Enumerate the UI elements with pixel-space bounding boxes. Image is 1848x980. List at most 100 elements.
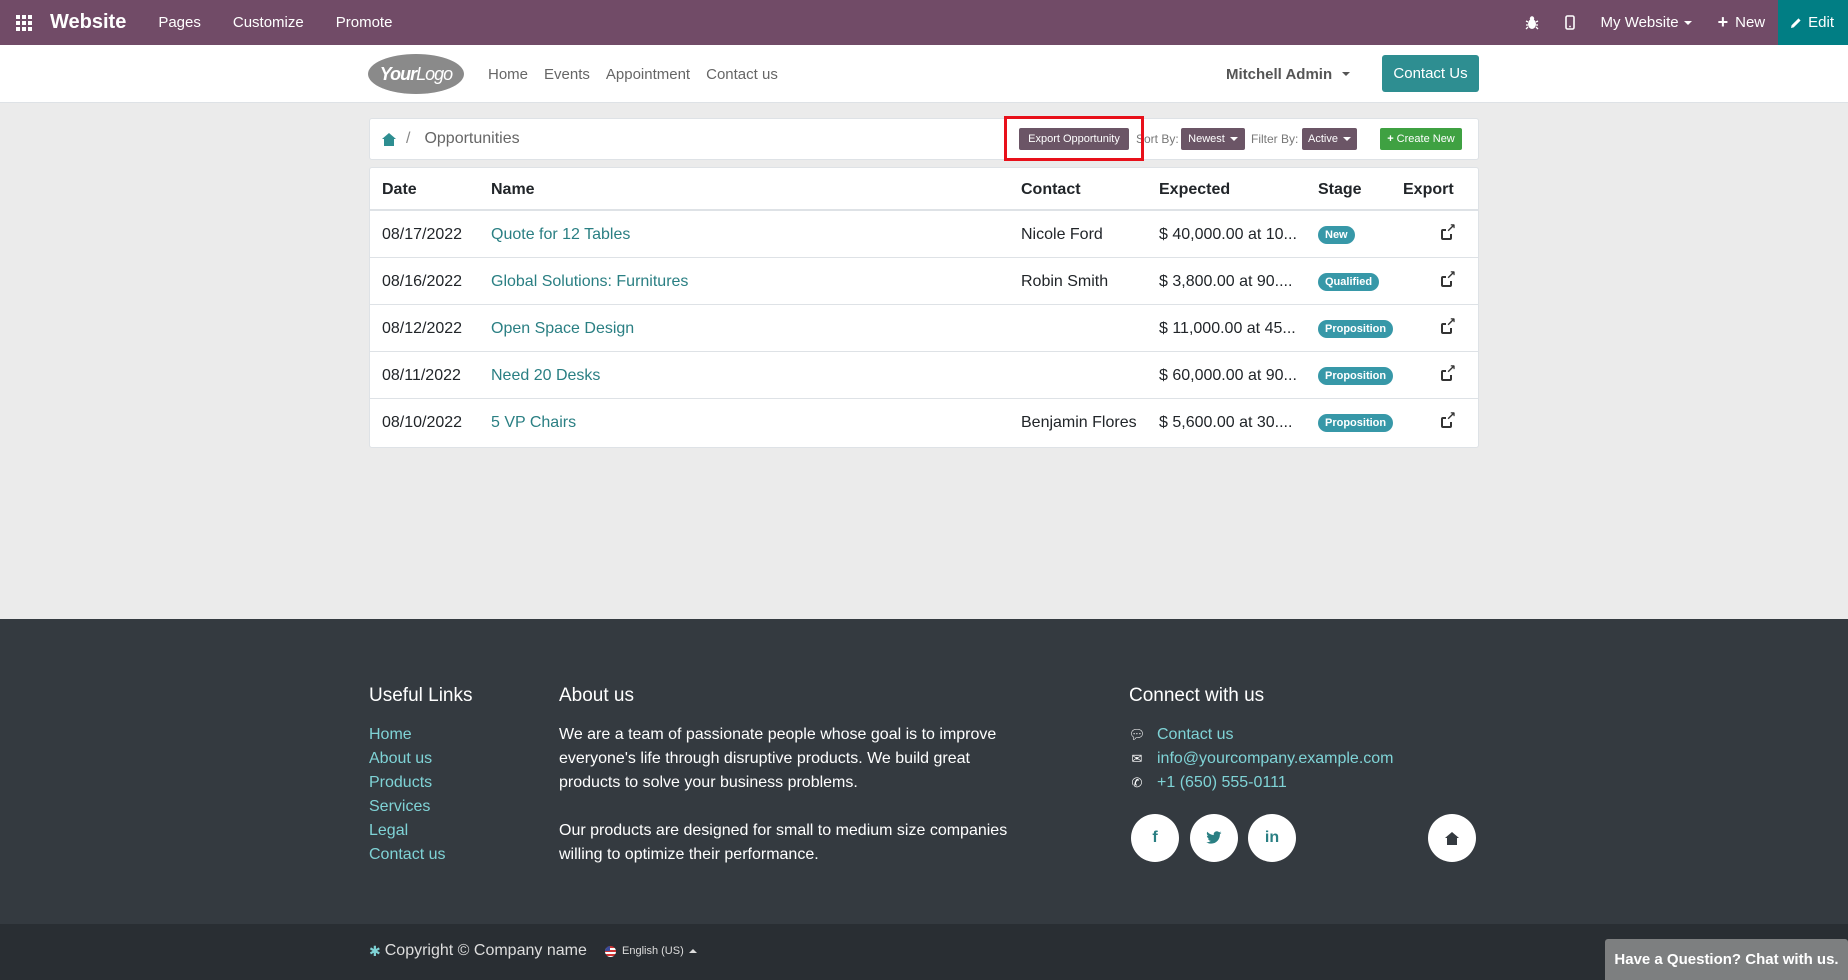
col-stage: Stage — [1318, 181, 1362, 198]
home-social-button[interactable] — [1428, 814, 1476, 862]
sort-value: Newest — [1188, 133, 1225, 145]
us-flag-icon — [605, 945, 616, 957]
filter-dropdown[interactable]: Active — [1302, 128, 1357, 150]
site-nav: Home Events Appointment Contact us — [488, 45, 794, 103]
contact-us-button[interactable]: Contact Us — [1382, 55, 1479, 92]
about-paragraph-1: We are a team of passionate people whose… — [559, 726, 997, 791]
table-row: 08/12/2022 Open Space Design $ 11,000.00… — [370, 305, 1478, 352]
footer-link-home[interactable]: Home — [369, 723, 473, 747]
plus-icon: + — [1387, 133, 1394, 145]
mobile-preview-icon[interactable] — [1552, 0, 1588, 45]
row-date: 08/10/2022 — [382, 414, 463, 431]
about-title: About us — [559, 685, 634, 706]
create-new-label: Create New — [1396, 133, 1455, 145]
user-menu[interactable]: Mitchell Admin — [1226, 45, 1351, 103]
row-name-link[interactable]: Open Space Design — [491, 320, 634, 338]
home-icon[interactable] — [382, 132, 396, 146]
row-contact: Nicole Ford — [1021, 226, 1103, 243]
row-name-link[interactable]: Quote for 12 Tables — [491, 226, 630, 244]
phone-link[interactable]: +1 (650) 555-0111 — [1157, 771, 1287, 795]
chevron-down-icon — [1342, 72, 1351, 76]
footer-link-contact[interactable]: Contact us — [369, 843, 473, 867]
col-export: Export — [1403, 181, 1454, 198]
useful-links: Useful Links Home About us Products Serv… — [369, 685, 473, 867]
facebook-icon[interactable]: f — [1131, 814, 1179, 862]
opportunities-table: Date Name Contact Expected Stage Export … — [369, 167, 1479, 448]
nav-appointment[interactable]: Appointment — [606, 66, 690, 83]
copyright-text: Copyright © Company name — [384, 942, 587, 959]
language-label: English (US) — [622, 945, 684, 957]
col-contact: Contact — [1021, 181, 1081, 198]
logo-logo: Logo — [416, 63, 453, 84]
table-row: 08/10/2022 5 VP Chairs Benjamin Flores $… — [370, 399, 1478, 446]
table-row: 08/11/2022 Need 20 Desks $ 60,000.00 at … — [370, 352, 1478, 399]
phone-icon: ✆ — [1131, 775, 1143, 790]
row-contact: Benjamin Flores — [1021, 414, 1137, 431]
breadcrumb: / Opportunities — [382, 119, 520, 159]
linkedin-icon[interactable]: in — [1248, 814, 1296, 862]
new-button[interactable]: + New — [1705, 0, 1779, 45]
connect-title: Connect with us — [1129, 685, 1265, 706]
footer-link-services[interactable]: Services — [369, 795, 473, 819]
chevron-down-icon — [1342, 137, 1351, 141]
email-link[interactable]: info@yourcompany.example.com — [1157, 747, 1394, 771]
filter-value: Active — [1308, 133, 1338, 145]
row-contact: Robin Smith — [1021, 273, 1109, 290]
company-logo[interactable]: Your Logo — [368, 54, 464, 94]
footer-link-about[interactable]: About us — [369, 747, 473, 771]
twitter-icon[interactable] — [1190, 814, 1238, 862]
edit-button[interactable]: Edit — [1778, 0, 1848, 45]
table-row: 08/17/2022 Quote for 12 Tables Nicole Fo… — [370, 211, 1478, 258]
language-selector[interactable]: English (US) — [605, 945, 697, 957]
bug-icon: ✱ — [369, 942, 381, 959]
email-row: ✉ info@yourcompany.example.com — [1129, 747, 1394, 771]
my-website-dropdown[interactable]: My Website — [1588, 0, 1705, 45]
col-name: Name — [491, 181, 535, 198]
footer-link-legal[interactable]: Legal — [369, 819, 473, 843]
chevron-down-icon — [1683, 20, 1692, 25]
stage-badge: Qualified — [1318, 273, 1380, 291]
live-chat-button[interactable]: Have a Question? Chat with us. — [1605, 939, 1848, 980]
row-expected: $ 40,000.00 at 10... — [1159, 226, 1297, 243]
stage-badge: Proposition — [1318, 320, 1394, 338]
footer-link-products[interactable]: Products — [369, 771, 473, 795]
row-expected: $ 60,000.00 at 90... — [1159, 367, 1297, 384]
breadcrumb-separator: / — [406, 130, 411, 147]
contact-link[interactable]: Contact us — [1157, 723, 1233, 747]
pencil-icon — [1791, 17, 1801, 28]
app-brand[interactable]: Website — [50, 11, 126, 34]
row-name-link[interactable]: Need 20 Desks — [491, 367, 600, 385]
col-date: Date — [382, 181, 417, 198]
row-expected: $ 5,600.00 at 30.... — [1159, 414, 1293, 431]
col-expected: Expected — [1159, 181, 1231, 198]
create-new-button[interactable]: + Create New — [1380, 128, 1462, 150]
phone-row: ✆ +1 (650) 555-0111 — [1129, 771, 1394, 795]
menu-promote[interactable]: Promote — [320, 14, 409, 31]
row-name-link[interactable]: Global Solutions: Furnitures — [491, 273, 688, 291]
stage-badge: Proposition — [1318, 367, 1394, 385]
nav-events[interactable]: Events — [544, 66, 590, 83]
sort-dropdown[interactable]: Newest — [1181, 128, 1245, 150]
menu-customize[interactable]: Customize — [217, 14, 320, 31]
nav-contact-us[interactable]: Contact us — [706, 66, 778, 83]
export-opportunity-button[interactable]: Export Opportunity — [1019, 128, 1129, 150]
stage-badge: New — [1318, 226, 1355, 244]
debug-bug-icon[interactable] — [1512, 0, 1552, 45]
breadcrumb-current: Opportunities — [424, 130, 520, 147]
row-expected: $ 3,800.00 at 90.... — [1159, 273, 1293, 290]
admin-topbar: Website Pages Customize Promote My Websi… — [0, 0, 1848, 45]
filter-by-label: Filter By: — [1251, 132, 1299, 146]
about-paragraph-2: Our products are designed for small to m… — [559, 822, 1008, 863]
table-header: Date Name Contact Expected Stage Export — [370, 168, 1478, 211]
edit-label: Edit — [1808, 14, 1834, 31]
new-label: New — [1735, 14, 1766, 31]
apps-grid-icon[interactable] — [16, 14, 40, 31]
stage-badge: Proposition — [1318, 414, 1394, 432]
row-name-link[interactable]: 5 VP Chairs — [491, 414, 576, 432]
plus-icon: + — [1717, 12, 1729, 32]
chevron-up-icon — [688, 949, 697, 953]
useful-links-title: Useful Links — [369, 685, 473, 706]
table-row: 08/16/2022 Global Solutions: Furnitures … — [370, 258, 1478, 305]
nav-home[interactable]: Home — [488, 66, 528, 83]
menu-pages[interactable]: Pages — [142, 14, 217, 31]
